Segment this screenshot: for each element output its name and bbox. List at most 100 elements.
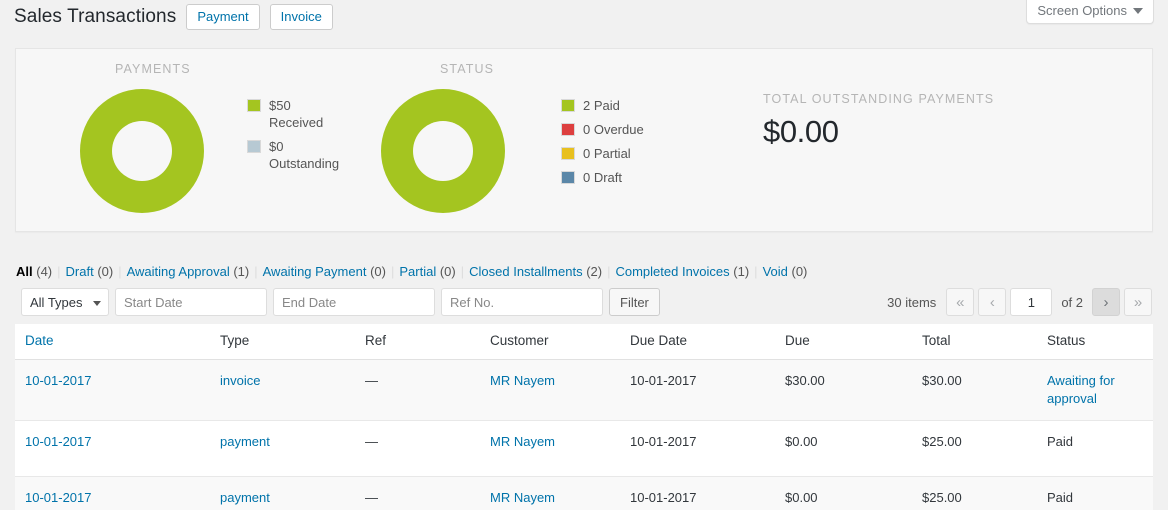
legend-item: 0 Draft [561, 169, 644, 186]
status-filter-partial[interactable]: Partial (0) [399, 264, 455, 279]
table-header-row: Date Type Ref Customer Due Date Due Tota… [15, 324, 1153, 360]
screen-options-label: Screen Options [1037, 3, 1127, 18]
table-navigation: All Types Filter 30 items « ‹ of 2 › » [15, 288, 1153, 318]
status-filter-all[interactable]: All (4) [16, 264, 52, 279]
status-filter-links: All (4) | Draft (0) | Awaiting Approval (1) |… [16, 264, 807, 279]
payments-legend: $50 Received $0 Outstanding [247, 97, 339, 176]
cell-date[interactable]: 10-01-2017 [25, 373, 92, 388]
legend-label-received: Received [269, 115, 324, 130]
status-filter-awaiting-approval[interactable]: Awaiting Approval (1) [127, 264, 250, 279]
column-header-status: Status [1037, 324, 1153, 360]
divider: | [754, 264, 758, 279]
divider: | [607, 264, 611, 279]
status-filter-awaiting-payment[interactable]: Awaiting Payment (0) [263, 264, 386, 279]
status-filter-draft[interactable]: Draft (0) [66, 264, 114, 279]
table-row[interactable]: 10-01-2017 payment — MR Nayem 10-01-2017… [15, 476, 1153, 510]
legend-label-partial: 0 Partial [583, 146, 631, 161]
column-header-customer: Customer [480, 324, 620, 360]
first-page-button[interactable]: « [946, 288, 975, 316]
legend-swatch-partial-icon [561, 147, 575, 160]
legend-value-outstanding: $0 [269, 139, 284, 154]
cell-status: Paid [1037, 420, 1153, 477]
legend-item: 0 Partial [561, 145, 644, 162]
sales-transactions-page: Sales Transactions Payment Invoice Scree… [0, 0, 1168, 510]
table-row[interactable]: 10-01-2017 invoice — MR Nayem 10-01-2017… [15, 359, 1153, 421]
items-count: 30 items [887, 294, 937, 310]
chevron-down-icon [93, 301, 101, 306]
total-outstanding-panel: TOTAL OUTSTANDING PAYMENTS $0.00 [756, 49, 1154, 231]
cell-customer[interactable]: MR Nayem [490, 373, 555, 388]
column-header-date[interactable]: Date [15, 324, 210, 360]
cell-due-date: 10-01-2017 [620, 476, 775, 510]
invoice-button[interactable]: Invoice [269, 4, 333, 30]
cell-date[interactable]: 10-01-2017 [25, 434, 92, 449]
type-select-value: All Types [30, 294, 83, 310]
legend-item: 0 Overdue [561, 121, 644, 138]
cell-due: $0.00 [775, 476, 912, 510]
current-page-input[interactable] [1010, 288, 1053, 316]
cell-type[interactable]: payment [220, 434, 270, 449]
ref-no-input[interactable] [441, 288, 603, 316]
status-donut-chart [381, 89, 505, 213]
legend-swatch-outstanding-icon [247, 140, 261, 153]
cell-ref: — [355, 420, 480, 477]
table-header: Date Type Ref Customer Due Date Due Tota… [15, 324, 1153, 360]
legend-swatch-received-icon [247, 99, 261, 112]
chevron-down-icon [1133, 7, 1143, 14]
screen-options-toggle[interactable]: Screen Options [1026, 0, 1154, 24]
payment-button[interactable]: Payment [186, 4, 260, 30]
column-header-ref: Ref [355, 324, 480, 360]
column-header-type: Type [210, 324, 355, 360]
pagination: 30 items « ‹ of 2 › » [887, 288, 1152, 316]
status-filter-void[interactable]: Void (0) [763, 264, 808, 279]
cell-status: Paid [1037, 476, 1153, 510]
cell-type[interactable]: invoice [220, 373, 260, 388]
legend-label-draft: 0 Draft [583, 170, 623, 185]
cell-due-date: 10-01-2017 [620, 420, 775, 477]
end-date-input[interactable] [273, 288, 435, 316]
cell-type[interactable]: payment [220, 490, 270, 505]
cell-ref: — [355, 476, 480, 510]
cell-customer[interactable]: MR Nayem [490, 434, 555, 449]
status-legend: 2 Paid 0 Overdue 0 Partial 0 Draft [561, 97, 644, 190]
start-date-input[interactable] [115, 288, 267, 316]
summary-card: PAYMENTS $50 Received $0 Outstanding STA… [15, 48, 1153, 232]
table-row[interactable]: 10-01-2017 payment — MR Nayem 10-01-2017… [15, 420, 1153, 477]
page-title: Sales Transactions [14, 6, 177, 27]
cell-total: $25.00 [912, 420, 1037, 477]
total-outstanding: TOTAL OUTSTANDING PAYMENTS $0.00 [763, 92, 994, 150]
cell-due: $30.00 [775, 359, 912, 421]
cell-date[interactable]: 10-01-2017 [25, 490, 92, 505]
total-outstanding-value: $0.00 [763, 114, 839, 149]
divider: | [254, 264, 258, 279]
divider: | [118, 264, 122, 279]
table-body: 10-01-2017 invoice — MR Nayem 10-01-2017… [15, 359, 1153, 510]
legend-value-received: $50 [269, 98, 291, 113]
status-filter-closed-installments[interactable]: Closed Installments (2) [469, 264, 602, 279]
prev-page-button[interactable]: ‹ [978, 288, 1007, 316]
cell-due-date: 10-01-2017 [620, 359, 775, 421]
column-header-due-date: Due Date [620, 324, 775, 360]
legend-label-paid: 2 Paid [583, 98, 620, 113]
next-page-button[interactable]: › [1092, 288, 1120, 316]
transactions-table: Date Type Ref Customer Due Date Due Tota… [15, 324, 1153, 510]
legend-item: $50 Received [247, 97, 339, 131]
cell-due: $0.00 [775, 420, 912, 477]
divider: | [57, 264, 61, 279]
legend-swatch-overdue-icon [561, 123, 575, 136]
payments-donut-chart [80, 89, 204, 213]
filter-controls: All Types Filter [21, 288, 660, 316]
type-select[interactable]: All Types [21, 288, 109, 316]
status-filter-completed-invoices[interactable]: Completed Invoices (1) [615, 264, 749, 279]
legend-swatch-paid-icon [561, 99, 575, 112]
filter-button[interactable]: Filter [609, 288, 660, 316]
legend-item: $0 Outstanding [247, 138, 339, 172]
cell-total: $30.00 [912, 359, 1037, 421]
cell-ref: — [355, 359, 480, 421]
last-page-button[interactable]: » [1124, 288, 1152, 316]
cell-customer[interactable]: MR Nayem [490, 490, 555, 505]
page-header: Sales Transactions Payment Invoice Scree… [0, 0, 1168, 34]
divider: | [460, 264, 465, 279]
cell-status[interactable]: Awaiting for approval [1047, 373, 1115, 406]
divider: | [390, 264, 395, 279]
